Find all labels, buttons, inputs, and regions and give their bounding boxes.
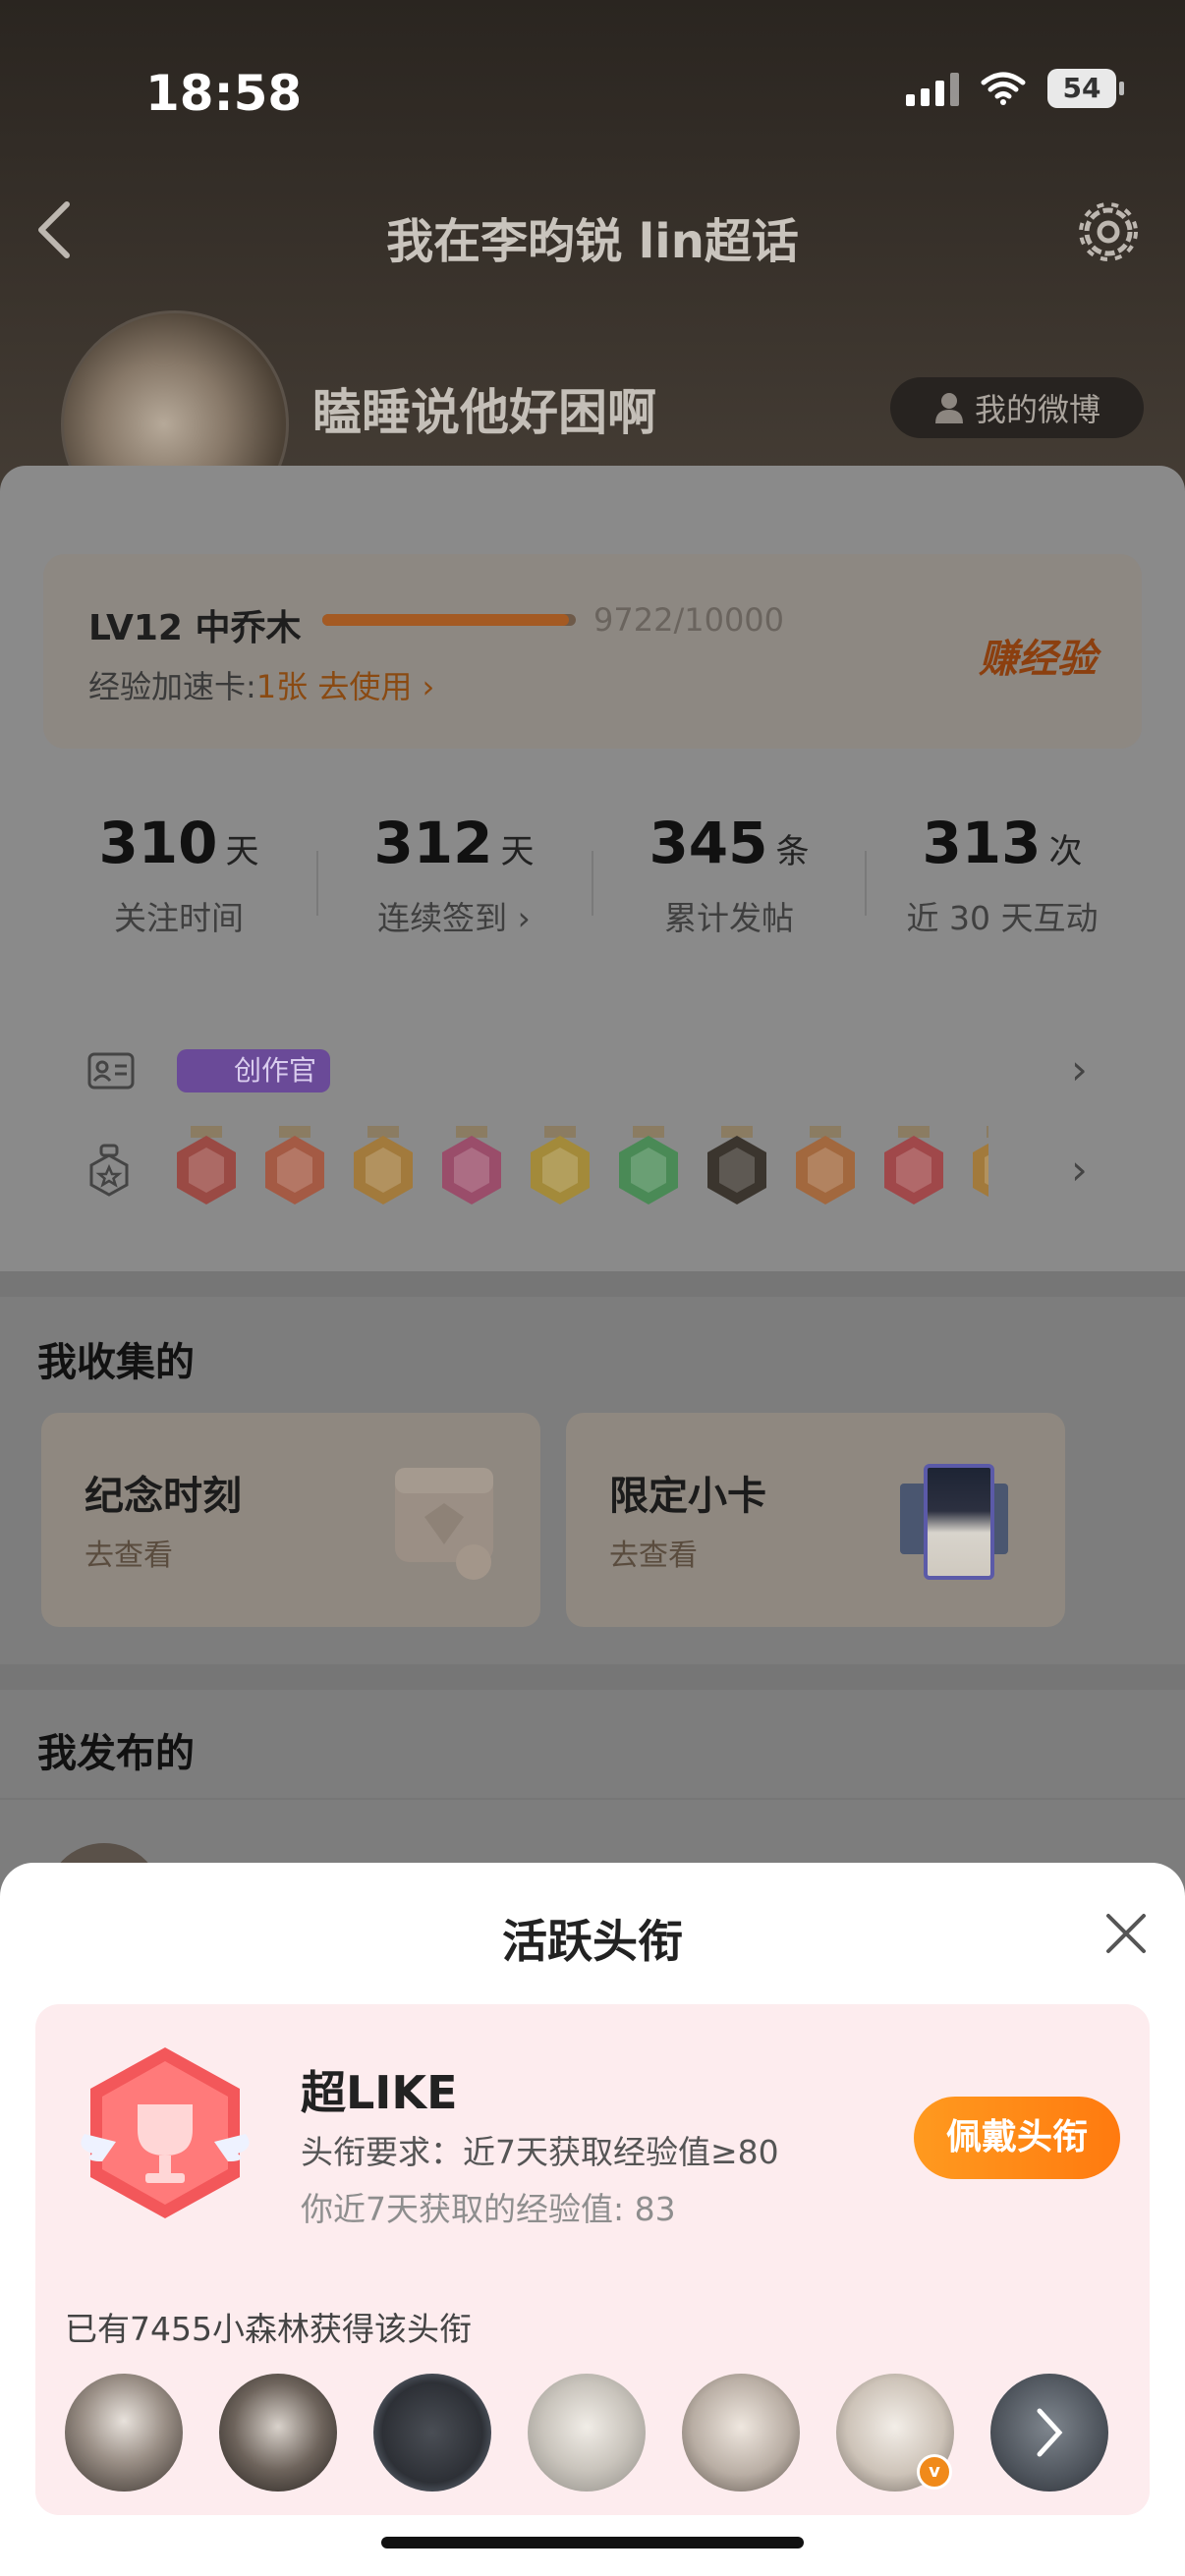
chevron-right-icon[interactable]: ›: [1071, 1146, 1088, 1194]
accel-action[interactable]: 1张 去使用 ›: [256, 668, 435, 705]
stat-label: 连续签到 ›: [377, 899, 531, 937]
stat-divider: [865, 851, 867, 916]
posted-divider: [0, 1798, 1185, 1800]
home-indicator: [381, 2537, 804, 2548]
close-icon[interactable]: [1102, 1910, 1150, 1957]
level-progress-fill: [322, 614, 569, 626]
medal-badge-icon: [704, 1126, 770, 1208]
medal-badge-icon: [173, 1126, 240, 1208]
fan-avatar[interactable]: [373, 2374, 491, 2492]
fan-avatar[interactable]: v: [836, 2374, 954, 2492]
stat-divider: [592, 851, 593, 916]
sheet-title: 活跃头衔: [502, 1915, 683, 1968]
creator-badge-label: 创作官: [234, 1054, 317, 1087]
collections-title: 我收集的: [37, 1340, 195, 1385]
fan-avatar-list: v: [65, 2374, 1126, 2492]
chevron-right-icon: [1037, 2408, 1063, 2457]
earn-exp-button[interactable]: 赚经验: [979, 627, 1097, 684]
collection-card-title: 限定小卡: [609, 1474, 766, 1519]
wear-title-button[interactable]: 佩戴头衔: [914, 2097, 1120, 2179]
stat-label: 近 30 天互动: [906, 899, 1099, 937]
my-weibo-button[interactable]: 我的微博: [890, 377, 1144, 438]
level-progress-text: 9722/10000: [593, 601, 785, 639]
stat-number: 310: [98, 810, 218, 876]
medal-badge-icon: [438, 1126, 505, 1208]
user-icon: [934, 393, 963, 423]
accel-card-row[interactable]: 经验加速卡:1张 去使用 ›: [88, 662, 434, 707]
section-divider: [0, 1664, 1185, 1690]
medal-badge-icon: [350, 1126, 417, 1208]
medal-badge-icon: [969, 1126, 988, 1208]
accel-label: 经验加速卡:: [88, 668, 256, 705]
medal-badge-icon: [527, 1126, 593, 1208]
level-card[interactable]: [43, 554, 1142, 749]
stat-unit: 条: [775, 832, 810, 871]
calendar-heart-icon: [395, 1468, 493, 1580]
collection-card-title: 纪念时刻: [85, 1474, 242, 1519]
collection-card-sub: 去查看: [85, 1539, 173, 1573]
medal-badge-icon: [880, 1126, 947, 1208]
stat-follow-days: 310 天 关注时间: [51, 810, 307, 939]
chevron-right-icon[interactable]: ›: [1071, 1045, 1088, 1093]
page-title: 我在李昀锐 lin超话: [386, 214, 799, 269]
stat-label: 关注时间: [114, 899, 244, 937]
stat-number: 313: [922, 810, 1042, 876]
stat-interactions: 313 次 近 30 天互动: [875, 810, 1130, 939]
medal-icon: [89, 1144, 129, 1197]
wifi-icon: [981, 72, 1026, 105]
fan-avatar[interactable]: [682, 2374, 800, 2492]
more-fans-button[interactable]: [990, 2374, 1108, 2492]
medal-list[interactable]: [173, 1126, 988, 1218]
stat-signin-days[interactable]: 312 天 连续签到 ›: [326, 810, 582, 939]
status-time: 18:58: [145, 65, 303, 122]
gear-icon[interactable]: [1071, 195, 1146, 269]
stat-unit: 天: [225, 832, 259, 871]
medal-badge-icon: [792, 1126, 859, 1208]
status-bar: 18:58 54: [0, 0, 1185, 196]
verified-badge-icon: v: [917, 2454, 952, 2490]
stat-number: 345: [649, 810, 768, 876]
limited-card-photo: [924, 1464, 994, 1580]
stat-unit: 天: [500, 832, 535, 871]
title-badge-name: 超LIKE: [301, 2066, 458, 2119]
fan-avatar[interactable]: [528, 2374, 646, 2492]
username: 瞌睡说他好困啊: [312, 384, 656, 441]
id-card-icon: [87, 1052, 135, 1090]
stat-divider: [316, 851, 318, 916]
title-my-exp: 你近7天获取的经验值: 83: [301, 2190, 676, 2228]
owners-count-text: 已有7455小森林获得该头衔: [65, 2310, 472, 2348]
trophy-badge-icon: [81, 2047, 250, 2218]
fan-avatar[interactable]: [219, 2374, 337, 2492]
section-divider: [0, 1271, 1185, 1297]
collection-card-moments[interactable]: 纪念时刻 去查看: [41, 1413, 540, 1627]
signal-icon: [906, 71, 959, 106]
battery-icon: 54: [1047, 69, 1124, 108]
stat-label: 累计发帖: [664, 899, 794, 937]
medal-badge-icon: [615, 1126, 682, 1208]
level-label: LV12 中乔木: [88, 608, 302, 648]
collection-card-limited[interactable]: 限定小卡 去查看: [566, 1413, 1065, 1627]
status-icons: 54: [906, 69, 1124, 108]
title-requirement: 头衔要求：近7天获取经验值≥80: [301, 2133, 779, 2171]
my-weibo-label: 我的微博: [974, 391, 1100, 428]
stat-posts: 345 条 累计发帖: [601, 810, 857, 939]
collection-card-sub: 去查看: [609, 1539, 698, 1573]
medal-badge-icon: [261, 1126, 328, 1208]
stat-number: 312: [373, 810, 493, 876]
posted-title: 我发布的: [37, 1731, 195, 1776]
level-progress-bar: [322, 614, 576, 626]
stat-unit: 次: [1048, 832, 1083, 871]
creator-badge[interactable]: 创作官: [177, 1049, 331, 1092]
fan-avatar[interactable]: [65, 2374, 183, 2492]
